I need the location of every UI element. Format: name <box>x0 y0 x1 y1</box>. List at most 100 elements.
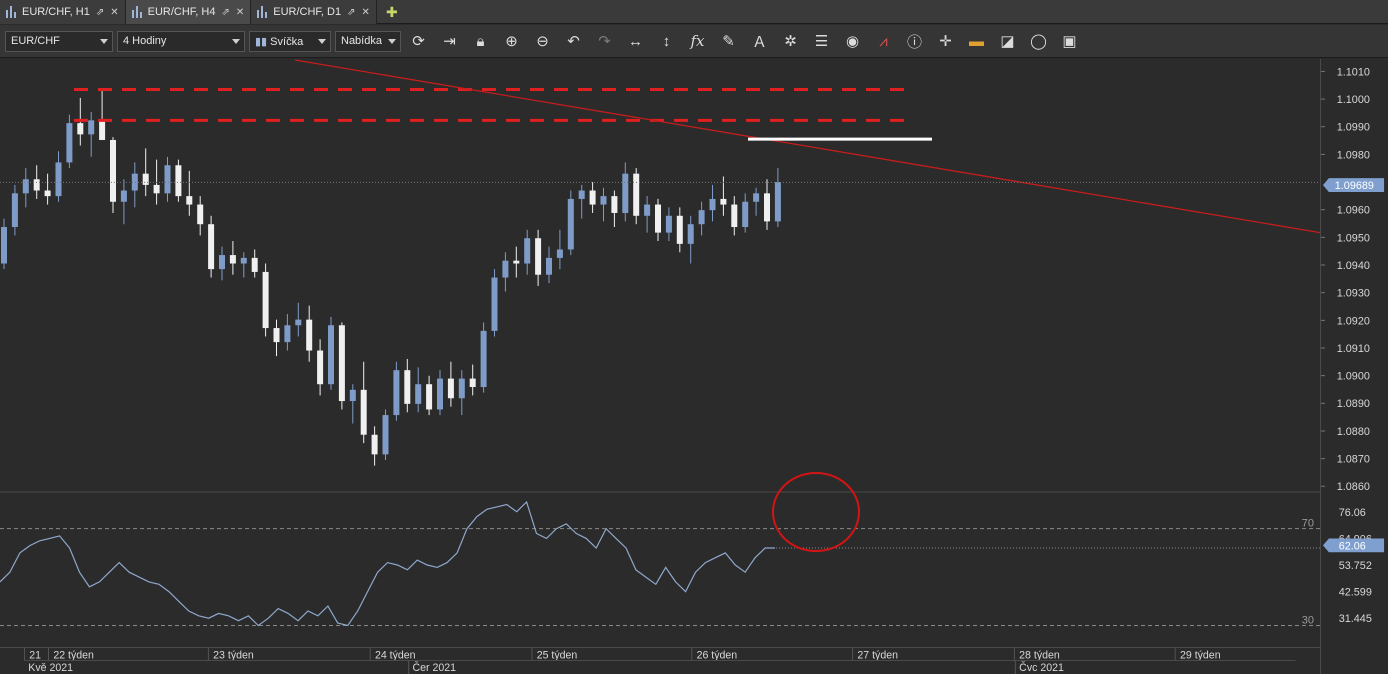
time-axis[interactable]: 21 22 týden 23 týden 24 týden 25 týden 26 týd… <box>0 647 1320 674</box>
crosshair-icon[interactable]: ✲ <box>777 29 804 53</box>
candle <box>393 361 400 421</box>
indicators-icon[interactable]: fx <box>684 29 711 53</box>
tab-label: EUR/CHF, D1 <box>273 6 342 18</box>
price-tick-label: 1.0950 <box>1337 232 1370 244</box>
candle-body <box>655 204 661 233</box>
tab-eurchf-h4[interactable]: EUR/CHF, H4 ⇗ ✕ <box>125 0 252 24</box>
shift-chart-icon[interactable]: ⇥ <box>436 29 463 53</box>
candle-body <box>33 179 40 191</box>
horizontal-measure-icon[interactable]: ↔ <box>622 29 649 53</box>
candle-body <box>393 370 400 416</box>
candle-body <box>273 328 280 343</box>
timeframe-select[interactable]: 4 Hodiny <box>117 30 245 52</box>
lock-icon[interactable]: 🔒︎ <box>467 29 494 53</box>
symbol-select[interactable]: EUR/CHF <box>5 30 113 52</box>
chevron-down-icon <box>232 38 240 44</box>
candle-body <box>753 193 760 202</box>
refresh-icon[interactable]: ⟳ <box>405 29 432 53</box>
price-axis[interactable]: 1.1010 1.1000 1.0990 1.0980 1.0960 1.0950 1.09… <box>1320 59 1388 674</box>
signals-icon[interactable]: ⩘ <box>870 29 897 53</box>
chart-background <box>0 59 1320 647</box>
ruler-icon[interactable]: ▬ <box>963 29 990 53</box>
detach-icon[interactable]: ⇗ <box>347 7 355 18</box>
close-icon[interactable]: ✕ <box>110 7 118 18</box>
week-label: 28 týden <box>1019 650 1060 662</box>
week-label: 25 týden <box>537 650 578 662</box>
price-tick-label: 1.0860 <box>1337 481 1370 493</box>
candle-chart-icon <box>6 6 16 18</box>
chart-type-select-value: ▮▮ Svíčka <box>255 35 304 48</box>
close-icon[interactable]: ✕ <box>236 7 244 18</box>
candle-body <box>720 198 727 205</box>
price-tick-label: 1.0910 <box>1337 343 1370 355</box>
candle-body <box>611 196 618 213</box>
week-label: 26 týden <box>697 650 738 662</box>
candle <box>328 316 334 390</box>
chart-area[interactable]: 70 30 <box>0 59 1320 647</box>
text-tool-icon[interactable]: Ａ <box>746 29 773 53</box>
candle-body <box>578 190 585 199</box>
zoom-in-icon[interactable]: ⊕ <box>498 29 525 53</box>
chart-type-select[interactable]: ▮▮ Svíčka <box>249 30 331 52</box>
candle-body <box>491 277 498 331</box>
candle-body <box>219 255 225 270</box>
eye-icon[interactable]: ◉ <box>839 29 866 53</box>
timeframe-select-value: 4 Hodiny <box>123 35 167 47</box>
tab-eurchf-h1[interactable]: EUR/CHF, H1 ⇗ ✕ <box>0 0 126 24</box>
candle-body <box>437 378 443 410</box>
candle <box>382 409 389 460</box>
candle-body <box>55 162 62 197</box>
close-icon[interactable]: ✕ <box>361 7 369 18</box>
price-tick-label: 1.0930 <box>1337 288 1370 300</box>
candle-body <box>709 198 716 211</box>
price-tick-label: 1.0960 <box>1337 205 1370 217</box>
candle-body <box>731 204 738 228</box>
info-icon[interactable]: ⓘ <box>901 29 928 53</box>
candle-body <box>600 196 607 205</box>
candle-body <box>622 173 629 213</box>
candle-body <box>295 319 302 326</box>
price-tick-label: 1.1010 <box>1337 66 1370 78</box>
paint-bucket-icon[interactable]: ◪ <box>994 29 1021 53</box>
candle-body <box>164 165 171 194</box>
detach-icon[interactable]: ⇗ <box>96 7 104 18</box>
tab-label: EUR/CHF, H1 <box>22 6 90 18</box>
price-tick-label: 1.0990 <box>1337 122 1370 134</box>
candle-body <box>447 378 454 399</box>
circle-tool-icon[interactable]: ◯ <box>1025 29 1052 53</box>
cross-tool-icon[interactable]: ✛ <box>932 29 959 53</box>
zoom-out-icon[interactable]: ⊖ <box>529 29 556 53</box>
chevron-down-icon <box>388 38 396 44</box>
week-label: 22 týden <box>53 650 94 662</box>
candle-body <box>382 415 389 455</box>
candle-body <box>175 165 182 197</box>
candle-body <box>110 139 116 202</box>
candle-body <box>77 123 84 135</box>
undo-icon[interactable]: ↶ <box>560 29 587 53</box>
candle-body <box>262 271 269 329</box>
chart-toolbar: EUR/CHF 4 Hodiny ▮▮ Svíčka Nabídka ⟳ ⇥ 🔒… <box>0 25 1388 58</box>
tab-eurchf-d1[interactable]: EUR/CHF, D1 ⇗ ✕ <box>251 0 377 24</box>
candle <box>491 269 498 337</box>
layers-icon[interactable]: ☰ <box>808 29 835 53</box>
candle-body <box>142 173 149 185</box>
candle-body <box>676 215 683 244</box>
pencil-icon[interactable]: ✎ <box>715 29 742 53</box>
tab-label: EUR/CHF, H4 <box>147 6 216 18</box>
save-icon[interactable]: ▣ <box>1056 29 1083 53</box>
vertical-measure-icon[interactable]: ↕ <box>653 29 680 53</box>
candle <box>480 322 487 393</box>
price-tick-label: 1.1000 <box>1337 94 1370 106</box>
month-label: Kvě 2021 <box>28 662 73 674</box>
fx-icon-label: fx <box>690 32 705 50</box>
detach-icon[interactable]: ⇗ <box>221 7 229 18</box>
redo-icon[interactable]: ↷ <box>591 29 618 53</box>
price-side-select[interactable]: Nabídka <box>335 30 401 52</box>
add-chart-icon[interactable]: ✚ <box>377 0 407 24</box>
candle-body <box>546 257 552 275</box>
candle-body <box>426 384 433 410</box>
candle-body <box>764 193 770 222</box>
price-axis-ticks: 1.1010 1.1000 1.0990 1.0980 1.0960 1.0950 1.09… <box>1321 66 1385 493</box>
candle-body <box>633 173 640 216</box>
rsi-tick-label: 42.599 <box>1339 587 1372 599</box>
